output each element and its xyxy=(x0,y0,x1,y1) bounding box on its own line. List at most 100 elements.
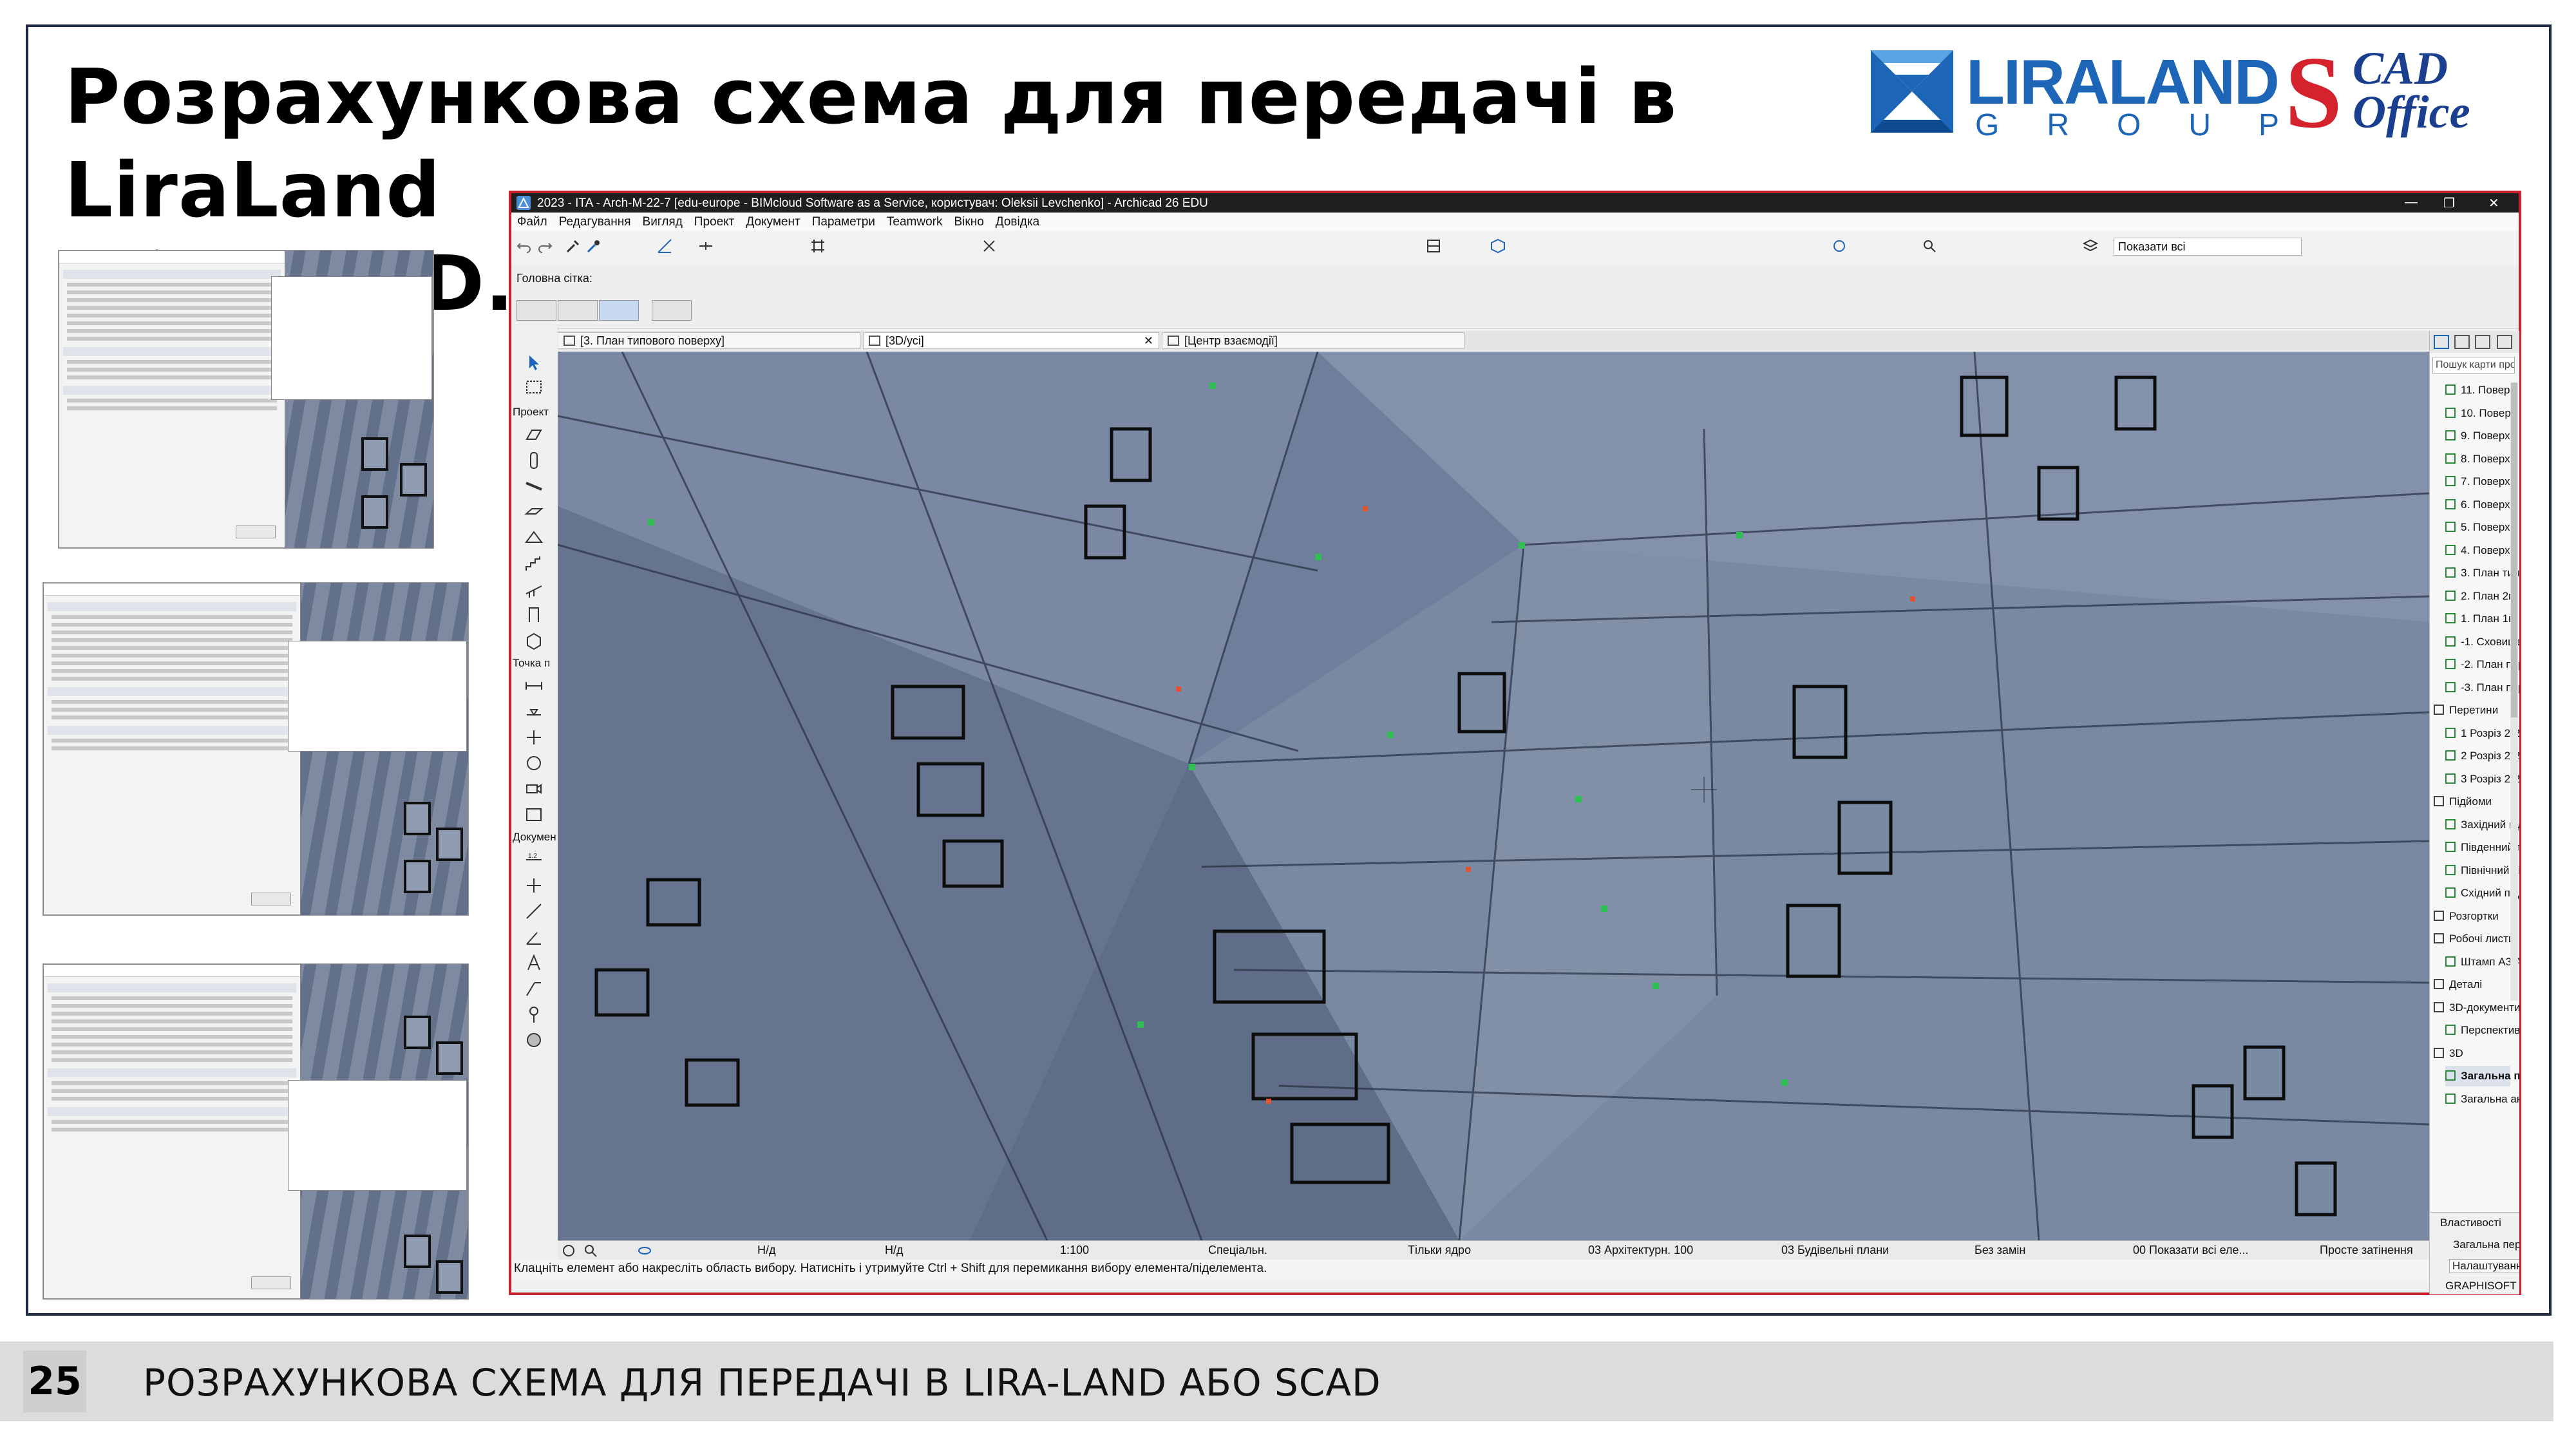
layout-book-icon[interactable] xyxy=(2475,335,2490,349)
tab-collaboration-center[interactable]: [Центр взаємодії] xyxy=(1162,332,1464,349)
navigator-scrollbar[interactable] xyxy=(2510,383,2518,1001)
project-map-item[interactable]: Загальна аксоном xyxy=(2445,1089,2519,1110)
project-map-item[interactable]: 1. План 1го повер xyxy=(2445,609,2519,629)
roof-tool-icon[interactable] xyxy=(524,528,544,547)
dimension-tool-icon[interactable] xyxy=(524,676,544,696)
partial-structure-display[interactable]: Тільки ядро xyxy=(1408,1244,1471,1257)
pen-set-display[interactable]: 03 Архітектурн. 100 xyxy=(1588,1244,1693,1257)
3d-viewport[interactable] xyxy=(558,352,2429,1240)
project-map-item[interactable]: Західний підйом (А xyxy=(2445,815,2519,835)
redo-icon[interactable] xyxy=(537,238,553,254)
project-map-item[interactable]: -3. План паркінгу xyxy=(2445,677,2519,698)
geometry-method-3-button[interactable] xyxy=(599,300,639,321)
menu-options[interactable]: Параметри xyxy=(806,213,881,229)
navigator-menu-icon[interactable] xyxy=(2497,335,2512,349)
zoom-in-icon[interactable] xyxy=(1922,238,1937,254)
project-map-item[interactable]: -1. Сховище xyxy=(2445,632,2519,652)
linear-dimension-icon[interactable]: 1.2 xyxy=(524,850,544,869)
angle-dimension-icon[interactable] xyxy=(524,927,544,947)
tab-3d-all[interactable]: [3D/усі] ✕ xyxy=(863,332,1159,349)
undo-view-icon[interactable] xyxy=(562,1244,576,1258)
orbit-icon[interactable] xyxy=(1832,238,1847,254)
menu-edit[interactable]: Редагування xyxy=(553,213,637,229)
radial-dimension-icon[interactable] xyxy=(524,902,544,921)
project-map-item[interactable]: Штамп А3 А3 ДСТУ xyxy=(2445,952,2519,972)
pick-up-parameters-icon[interactable] xyxy=(565,238,581,254)
geometry-method-1-button[interactable] xyxy=(516,300,556,321)
scale-display[interactable]: 1:100 xyxy=(1060,1244,1089,1257)
wall-tool-icon[interactable] xyxy=(524,425,544,444)
pin-tool-icon[interactable] xyxy=(524,1005,544,1024)
project-map-item[interactable]: Східний підйом (Ав xyxy=(2445,883,2519,904)
project-map-item[interactable]: Робочі листи xyxy=(2434,929,2514,949)
arrow-tool-icon[interactable] xyxy=(524,353,544,372)
project-map-item[interactable]: Деталі xyxy=(2434,974,2510,995)
tab-typical-floor-plan[interactable]: [3. План типового поверху] xyxy=(558,332,860,349)
project-map-item[interactable]: 9. Поверх xyxy=(2445,426,2510,446)
project-map-item[interactable]: 4. Поверх xyxy=(2445,540,2510,561)
door-tool-icon[interactable] xyxy=(524,605,544,625)
project-map-item[interactable]: 8. Поверх xyxy=(2445,449,2510,469)
inject-parameters-icon[interactable] xyxy=(586,238,601,254)
guide-lines-icon[interactable] xyxy=(657,238,672,254)
menu-design[interactable]: Проект xyxy=(688,213,741,229)
level-tool-icon[interactable] xyxy=(524,702,544,721)
shading-display[interactable]: Просте затінення xyxy=(2320,1244,2413,1257)
structure-display[interactable]: 00 Показати всі еле... xyxy=(2133,1244,2249,1257)
model-view-option-display[interactable]: 03 Будівельні плани xyxy=(1781,1244,1889,1257)
project-map-icon[interactable] xyxy=(2434,335,2449,349)
menu-teamwork[interactable]: Teamwork xyxy=(881,213,949,229)
project-map-item[interactable]: 10. Поверх xyxy=(2445,403,2516,424)
3d-view-icon[interactable] xyxy=(1490,238,1506,254)
beam-tool-icon[interactable] xyxy=(524,477,544,496)
snap-guides-icon[interactable] xyxy=(698,238,714,254)
marquee-tool-icon[interactable] xyxy=(524,377,544,397)
project-map-item[interactable]: 3. План типового п xyxy=(2445,563,2519,583)
stair-tool-icon[interactable] xyxy=(524,554,544,573)
project-map-item[interactable]: Перетини xyxy=(2434,700,2510,721)
project-map-item[interactable]: 2. План 2го поверх xyxy=(2445,586,2519,607)
menu-file[interactable]: Файл xyxy=(511,213,553,229)
restore-button[interactable]: ❐ xyxy=(2443,195,2455,211)
renovation-filter-display[interactable]: Без замін xyxy=(1975,1244,2025,1257)
hotspot-tool-icon[interactable] xyxy=(524,728,544,747)
project-map-item[interactable]: Південний підйом xyxy=(2445,837,2519,858)
navigator-scroll-thumb[interactable] xyxy=(2511,383,2517,717)
project-map-item[interactable]: Підйоми xyxy=(2434,791,2510,812)
grid-snap-icon[interactable] xyxy=(810,238,826,254)
pointer-button[interactable] xyxy=(652,300,692,321)
menu-view[interactable]: Вигляд xyxy=(637,213,688,229)
layers-icon[interactable] xyxy=(2083,238,2098,254)
object-tool-icon[interactable] xyxy=(524,631,544,650)
project-map-item[interactable]: 3 Розріз 2-2 (Автом xyxy=(2445,769,2519,790)
graphisoft-id-label[interactable]: GRAPHISOFT ID xyxy=(2445,1280,2519,1293)
project-map-item[interactable]: 11. Поверх xyxy=(2445,380,2515,401)
project-map-item[interactable]: 1 Розріз 2-2 (Автом xyxy=(2445,723,2519,744)
camera-tool-icon[interactable] xyxy=(524,779,544,799)
project-map-item[interactable]: 6. Поверх xyxy=(2445,495,2510,515)
label-tool-icon[interactable] xyxy=(524,979,544,998)
project-map-item[interactable]: 3D-документи xyxy=(2434,998,2519,1018)
close-tab-icon[interactable]: ✕ xyxy=(1144,333,1153,348)
orbit-view-icon[interactable] xyxy=(638,1244,652,1258)
geometry-method-2-button[interactable] xyxy=(558,300,598,321)
undo-icon[interactable] xyxy=(516,238,532,254)
settings-button[interactable]: Налаштування... xyxy=(2449,1259,2519,1273)
project-map-item[interactable]: Розгортки xyxy=(2434,906,2510,927)
project-map-item[interactable]: Північний підйом xyxy=(2445,860,2519,881)
floor-plan-view-icon[interactable] xyxy=(1426,238,1441,254)
zoom-view-icon[interactable] xyxy=(583,1244,598,1258)
layer-display[interactable]: Спеціальн. xyxy=(1208,1244,1267,1257)
project-map-item[interactable]: Загальна перспект xyxy=(2445,1066,2519,1086)
menu-window[interactable]: Вікно xyxy=(949,213,990,229)
trim-icon[interactable] xyxy=(981,238,997,254)
project-map-item[interactable]: -2. План паркінгу xyxy=(2445,654,2519,675)
project-map-search[interactable]: Пошук карти проекту xyxy=(2432,357,2515,374)
section-tool-icon[interactable] xyxy=(524,805,544,824)
project-map-item[interactable]: 5. Поверх xyxy=(2445,517,2510,538)
fill-tool-icon[interactable] xyxy=(524,1030,544,1050)
project-map-item[interactable]: 7. Поверх xyxy=(2445,471,2510,492)
minimize-button[interactable]: — xyxy=(2405,195,2418,210)
text-tool-icon[interactable] xyxy=(524,953,544,972)
project-map-item[interactable]: Перспектива под2 xyxy=(2445,1020,2519,1041)
